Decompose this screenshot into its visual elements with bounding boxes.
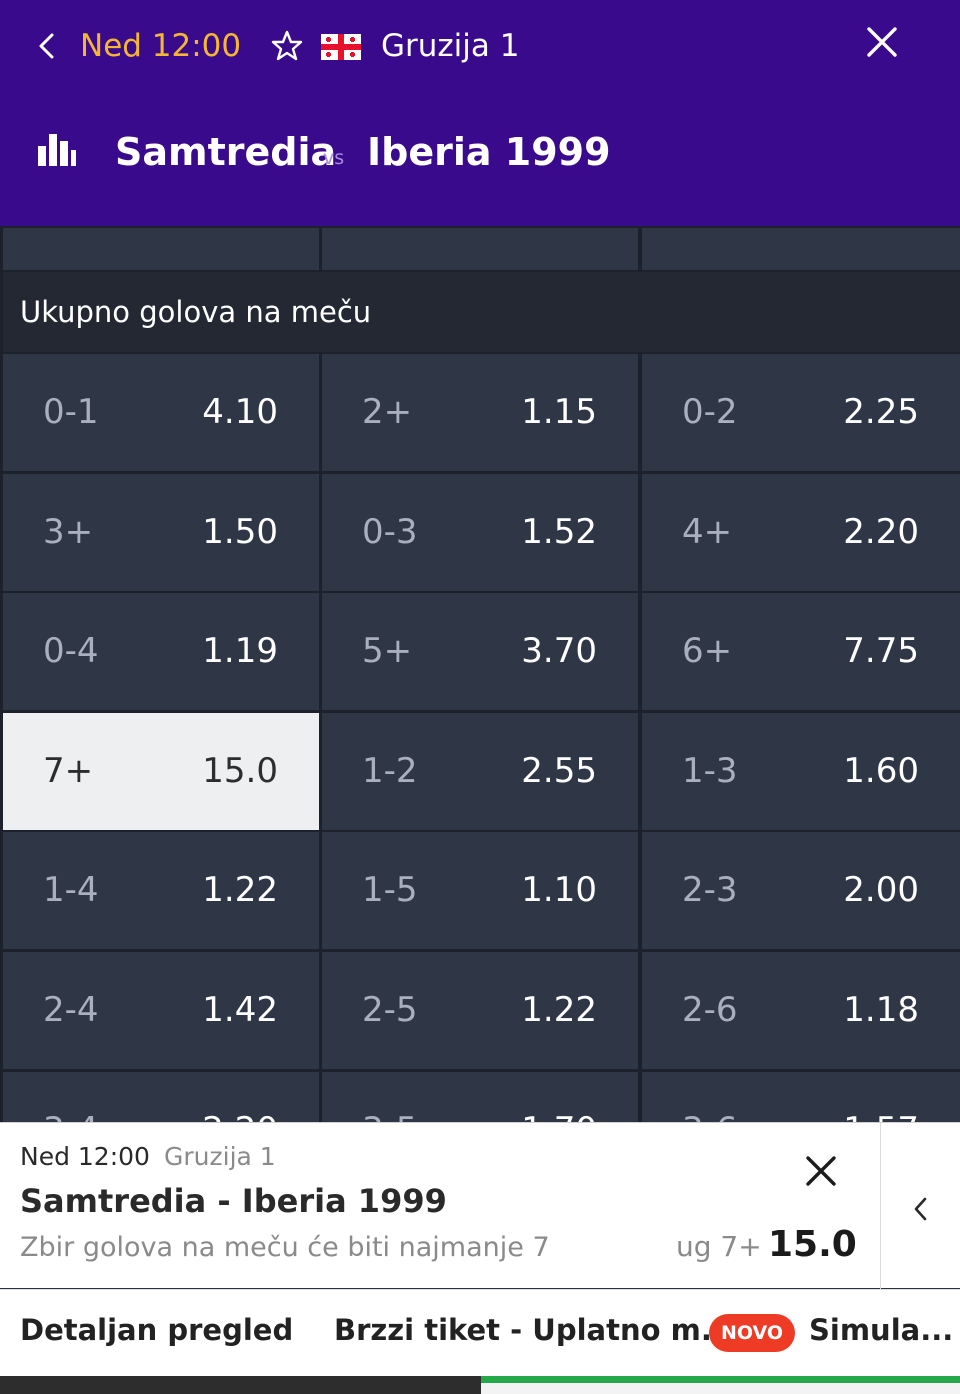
odds-cell[interactable]: 7+ 15.0 <box>3 713 319 830</box>
league-name: Gruzija 1 <box>381 28 520 64</box>
odds-cell[interactable]: 3-4 2.20 <box>3 1072 319 1122</box>
odds-label: 4+ <box>682 512 733 552</box>
odds-label: 2-6 <box>682 990 738 1030</box>
odds-label: 3-4 <box>43 1072 99 1122</box>
odds-cell[interactable]: 3+ 1.50 <box>3 474 319 591</box>
odds-cell[interactable]: 5+ 3.70 <box>322 593 638 710</box>
odds-cell[interactable]: 0-1 4.10 <box>3 354 319 471</box>
odds-label: 2-4 <box>43 990 99 1030</box>
odds-label: 3-6 <box>682 1072 738 1122</box>
odds-label: 1-2 <box>362 751 418 791</box>
odds-value: 1.52 <box>521 512 597 552</box>
odds-value: 1.50 <box>202 512 278 552</box>
odds-label: 1-3 <box>682 751 738 791</box>
odds-cell[interactable]: 2-4 1.42 <box>3 952 319 1069</box>
slip-time: Ned 12:00 <box>20 1142 150 1171</box>
odds-cell[interactable]: 3-6 1.57 <box>642 1072 960 1122</box>
odds-label: 1-4 <box>43 870 99 910</box>
tab-indicator-bg <box>481 1383 960 1394</box>
new-badge: NOVO <box>709 1314 795 1352</box>
odds-cell[interactable]: 2+ 1.15 <box>322 354 638 471</box>
odds-value: 1.70 <box>521 1072 597 1122</box>
header-top-row: Ned 12:00 Gruzija 1 <box>0 0 960 92</box>
odds-cell[interactable]: 0-4 1.19 <box>3 593 319 710</box>
market-strip <box>3 228 319 270</box>
odds-cell[interactable]: 1-5 1.10 <box>322 832 638 949</box>
odds-value: 15.0 <box>202 751 278 791</box>
slip-odd: 15.0 <box>768 1224 857 1265</box>
tab-simulation[interactable]: Simula... <box>809 1310 953 1350</box>
close-icon[interactable] <box>862 22 902 62</box>
bet-slip: Ned 12:00 Gruzija 1 Samtredia - Iberia 1… <box>0 1122 960 1289</box>
slip-bet-code: ug 7+ <box>676 1230 762 1263</box>
odds-label: 5+ <box>362 631 413 671</box>
odds-label: 0-4 <box>43 631 99 671</box>
market-strip <box>642 228 960 270</box>
odds-value: 1.60 <box>843 751 919 791</box>
chevron-left-icon[interactable] <box>908 1193 934 1225</box>
odds-label: 0-3 <box>362 512 418 552</box>
market-title: Ukupno golova na meču <box>3 272 960 352</box>
tab-indicator-active <box>481 1376 960 1383</box>
team-away: Iberia 1999 <box>367 130 611 174</box>
odds-value: 2.20 <box>202 1072 278 1122</box>
odds-cell[interactable]: 0-2 2.25 <box>642 354 960 471</box>
odds-value: 4.10 <box>202 392 278 432</box>
match-header: Ned 12:00 Gruzija 1 Samtredia vs Iberia … <box>0 0 960 226</box>
slip-description: Zbir golova na meču će biti najmanje 7 <box>20 1232 550 1263</box>
odds-cell[interactable]: 1-2 2.55 <box>322 713 638 830</box>
odds-label: 3+ <box>43 512 94 552</box>
odds-cell[interactable]: 2-5 1.22 <box>322 952 638 1069</box>
chevron-left-icon[interactable] <box>34 30 60 62</box>
tab-quick-ticket[interactable]: Brzzi tiket - Uplatno m... <box>334 1310 734 1350</box>
odds-cell[interactable]: 1-4 1.22 <box>3 832 319 949</box>
odds-label: 2+ <box>362 392 413 432</box>
odds-value: 3.70 <box>521 631 597 671</box>
odds-label: 2-3 <box>682 870 738 910</box>
tab-detailed-overview[interactable]: Detaljan pregled <box>20 1310 293 1350</box>
odds-label: 1-5 <box>362 870 418 910</box>
slip-league: Gruzija 1 <box>164 1142 276 1171</box>
odds-value: 1.42 <box>202 990 278 1030</box>
odds-cell[interactable]: 4+ 2.20 <box>642 474 960 591</box>
odds-cell[interactable]: 3-5 1.70 <box>322 1072 638 1122</box>
bottom-navigation: Detaljan pregled Brzzi tiket - Uplatno m… <box>0 1289 960 1394</box>
odds-value: 7.75 <box>843 631 919 671</box>
odds-label: 0-2 <box>682 392 738 432</box>
star-icon[interactable] <box>270 29 304 63</box>
odds-cell[interactable]: 6+ 7.75 <box>642 593 960 710</box>
odds-market: Ukupno golova na meču 0-1 4.10 2+ 1.15 0-2 2.… <box>0 226 960 1122</box>
odds-cell[interactable]: 2-6 1.18 <box>642 952 960 1069</box>
tab-indicator-track <box>0 1376 481 1394</box>
odds-value: 1.19 <box>202 631 278 671</box>
team-home: Samtredia <box>115 130 337 174</box>
odds-label: 2-5 <box>362 990 418 1030</box>
odds-label: 6+ <box>682 631 733 671</box>
odds-label: 3-5 <box>362 1072 418 1122</box>
odds-label: 0-1 <box>43 392 99 432</box>
odds-cell[interactable]: 1-3 1.60 <box>642 713 960 830</box>
odds-value: 1.22 <box>202 870 278 910</box>
odds-value: 1.10 <box>521 870 597 910</box>
slip-match: Samtredia - Iberia 1999 <box>20 1182 447 1220</box>
odds-value: 1.18 <box>843 990 919 1030</box>
market-strip <box>322 228 638 270</box>
match-time: Ned 12:00 <box>80 28 242 64</box>
odds-value: 2.20 <box>843 512 919 552</box>
odds-value: 1.57 <box>843 1072 919 1122</box>
odds-label: 7+ <box>43 751 94 791</box>
odds-value: 2.55 <box>521 751 597 791</box>
remove-bet-icon[interactable] <box>803 1153 839 1189</box>
georgia-flag-icon <box>321 34 361 60</box>
odds-cell[interactable]: 0-3 1.52 <box>322 474 638 591</box>
odds-value: 2.25 <box>843 392 919 432</box>
versus-label: vs <box>323 147 345 169</box>
odds-value: 1.22 <box>521 990 597 1030</box>
odds-value: 1.15 <box>521 392 597 432</box>
slip-divider <box>880 1123 881 1289</box>
odds-cell[interactable]: 2-3 2.00 <box>642 832 960 949</box>
statistics-icon[interactable] <box>38 134 76 166</box>
odds-value: 2.00 <box>843 870 919 910</box>
